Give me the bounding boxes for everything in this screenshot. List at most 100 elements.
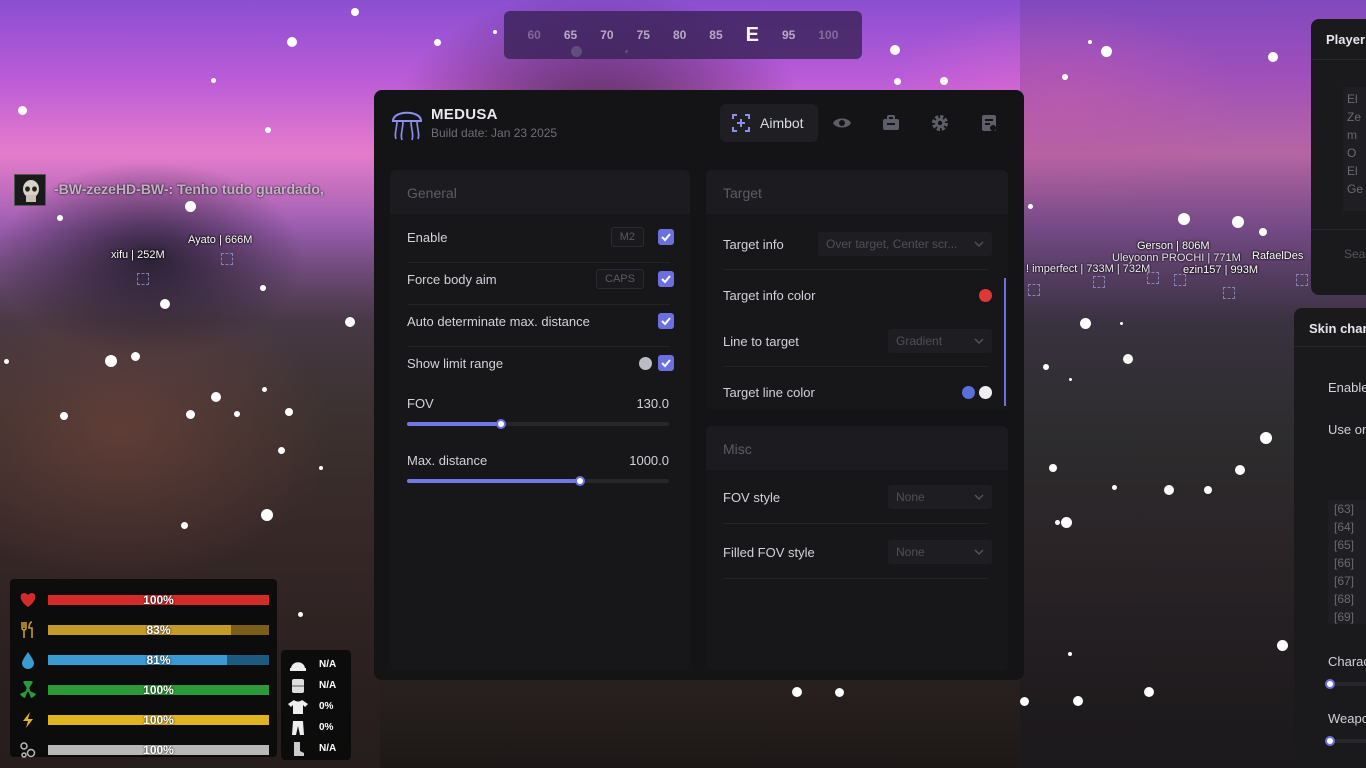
gear-slot: N/A — [287, 738, 345, 759]
compass-tick: 95 — [782, 28, 796, 42]
player-marker — [221, 253, 233, 265]
show-limit-range-row[interactable]: Show limit range — [390, 353, 690, 373]
tab-visuals[interactable] — [818, 104, 867, 142]
player-marker — [1147, 272, 1159, 284]
player-marker — [1223, 287, 1235, 299]
line-color-end-picker[interactable] — [979, 385, 992, 399]
gear-slot: N/A — [287, 654, 345, 675]
skin-list-item[interactable]: [63] — [1334, 500, 1366, 518]
vital-bar: 81% — [48, 653, 269, 667]
player-list-item[interactable]: Ze — [1347, 108, 1366, 126]
skin-list-item[interactable]: [65] — [1334, 536, 1366, 554]
enable-keybind[interactable]: M2 — [610, 227, 644, 247]
divider — [407, 262, 670, 263]
divider — [723, 269, 988, 270]
vital-value: 81% — [146, 653, 171, 667]
oxygen-icon — [18, 740, 38, 760]
check-icon — [661, 233, 671, 242]
force-body-aim-row[interactable]: Force body aim CAPS — [390, 269, 690, 289]
filled-fov-style-select[interactable]: None — [888, 540, 992, 564]
snowflake — [285, 408, 293, 416]
snowflake — [1178, 213, 1190, 225]
show-limit-range-checkbox[interactable] — [658, 355, 674, 371]
snowflake — [1088, 40, 1092, 44]
player-search-input[interactable]: Sea — [1344, 245, 1365, 263]
enable-checkbox[interactable] — [658, 229, 674, 245]
snowflake — [57, 215, 63, 221]
fov-slider-handle[interactable] — [496, 419, 507, 429]
max-distance-slider-fill — [407, 479, 580, 483]
fov-slider[interactable] — [407, 419, 669, 429]
compass-tick: 70 — [600, 28, 614, 42]
snowflake — [345, 317, 355, 327]
water-icon — [18, 650, 38, 670]
player-tag: ! imperfect | 733M | 732M — [1026, 263, 1151, 275]
enable-row[interactable]: Enable M2 — [390, 227, 690, 247]
weapon-slider-handle[interactable] — [1325, 736, 1335, 746]
max-distance-slider-handle[interactable] — [574, 476, 585, 486]
player-list-item[interactable]: El — [1347, 90, 1366, 108]
skin-list-item[interactable]: [64] — [1334, 518, 1366, 536]
tab-settings[interactable] — [916, 104, 965, 142]
crosshair-icon — [732, 114, 750, 132]
line-to-target-label: Line to target — [723, 333, 799, 349]
snowflake — [211, 392, 221, 402]
line-to-target-select[interactable]: Gradient — [888, 329, 992, 353]
snowflake — [160, 299, 170, 309]
tab-misc[interactable] — [867, 104, 916, 142]
snowflake — [105, 355, 117, 367]
auto-distance-checkbox[interactable] — [658, 313, 674, 329]
target-info-label: Target info — [723, 236, 784, 252]
gear-durability: N/A — [319, 680, 337, 691]
limit-range-color-picker[interactable] — [639, 356, 652, 370]
vital-value: 83% — [146, 623, 171, 637]
max-distance-slider[interactable] — [407, 476, 669, 486]
player-list-item[interactable]: O — [1347, 144, 1366, 162]
skin-list-item[interactable]: [66] — [1334, 554, 1366, 572]
player-list-item[interactable]: m — [1347, 126, 1366, 144]
tab-configs[interactable] — [965, 104, 1014, 142]
tab-aimbot[interactable]: Aimbot — [720, 104, 818, 142]
divider — [1294, 346, 1366, 347]
force-body-aim-checkbox[interactable] — [658, 271, 674, 287]
weapon-slider[interactable] — [1325, 736, 1366, 746]
line-color-start-picker[interactable] — [962, 385, 975, 399]
fov-style-row: FOV style None — [706, 485, 1008, 509]
vital-row: 100% — [18, 675, 269, 705]
snowflake — [1062, 74, 1068, 80]
target-panel: Target Target info Over target, Center s… — [706, 170, 1008, 410]
skin-list-item[interactable]: [68] — [1334, 590, 1366, 608]
snowflake — [1054, 519, 1060, 525]
target-panel-title: Target — [706, 170, 1008, 214]
character-slider-handle[interactable] — [1325, 679, 1335, 689]
misc-panel-title: Misc — [706, 426, 1008, 470]
vital-row: 100% — [18, 735, 269, 765]
player-marker — [1093, 276, 1105, 288]
player-list[interactable]: El Ze m O El Ge — [1343, 87, 1366, 211]
skin-list-item[interactable]: [69] — [1334, 608, 1366, 624]
snowflake — [1068, 377, 1072, 381]
brand-title: MEDUSA — [431, 106, 498, 123]
skin-list-item[interactable]: [67] — [1334, 572, 1366, 590]
target-info-select[interactable]: Over target, Center scr... — [818, 232, 992, 256]
snowflake — [261, 509, 273, 521]
player-list-item[interactable]: El — [1347, 162, 1366, 180]
snowflake — [1043, 364, 1049, 370]
fov-style-select[interactable]: None — [888, 485, 992, 509]
skin-use-on-label[interactable]: Use on — [1328, 422, 1366, 437]
general-panel-title: General — [390, 170, 690, 214]
shirt-icon — [287, 699, 309, 715]
character-slider[interactable] — [1325, 679, 1366, 689]
force-body-aim-keybind[interactable]: CAPS — [596, 269, 644, 289]
player-panel-title: Player — [1326, 32, 1366, 47]
target-info-color-picker[interactable] — [979, 288, 992, 302]
enable-label: Enable — [407, 229, 448, 245]
auto-distance-row[interactable]: Auto determinate max. distance — [390, 311, 690, 331]
skin-enable-label[interactable]: Enable — [1328, 380, 1366, 395]
compass-tick: 60 — [527, 28, 541, 42]
check-icon — [661, 317, 671, 326]
toolbox-icon — [883, 115, 900, 130]
player-tag: Uleyoonn PROCHI | 771M — [1112, 252, 1241, 264]
skin-id-list[interactable]: [63] [64] [65] [66] [67] [68] [69] — [1328, 500, 1366, 624]
player-list-item[interactable]: Ge — [1347, 180, 1366, 198]
